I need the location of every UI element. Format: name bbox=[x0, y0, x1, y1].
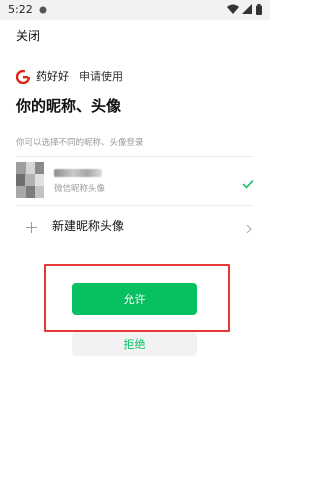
profile-subtitle: 微信昵称头像 bbox=[54, 184, 106, 194]
status-bar: 5:22 bbox=[0, 0, 270, 20]
app-name: 药好好 bbox=[36, 70, 69, 83]
check-icon bbox=[242, 174, 254, 193]
signal-icon bbox=[242, 4, 252, 14]
new-profile-option[interactable]: 新建昵称头像 bbox=[16, 208, 254, 242]
app-info-row: 药好好 申请使用 bbox=[15, 66, 123, 86]
wifi-icon bbox=[227, 4, 239, 14]
divider bbox=[16, 156, 254, 157]
new-profile-label: 新建昵称头像 bbox=[52, 219, 125, 233]
status-time: 5:22 bbox=[8, 3, 33, 16]
app-request-label: 申请使用 bbox=[79, 70, 123, 83]
page-hint: 你可以选择不同的昵称、头像登录 bbox=[16, 138, 144, 148]
allow-button[interactable]: 允许 bbox=[72, 283, 197, 315]
wechat-profile-option[interactable]: 微信昵称头像 bbox=[16, 158, 254, 204]
chevron-right-icon bbox=[246, 219, 252, 238]
navigation-bar bbox=[0, 445, 270, 480]
close-button[interactable]: 关闭 bbox=[16, 27, 40, 44]
avatar bbox=[16, 162, 44, 198]
page-title: 你的昵称、头像 bbox=[16, 97, 122, 115]
divider bbox=[16, 205, 254, 206]
blurred-nickname bbox=[54, 169, 102, 177]
battery-icon bbox=[256, 4, 262, 15]
yaohaohao-logo-icon bbox=[15, 69, 31, 85]
notification-dot-icon bbox=[39, 6, 47, 14]
plus-icon bbox=[26, 218, 37, 237]
reject-button[interactable]: 拒绝 bbox=[72, 332, 197, 356]
